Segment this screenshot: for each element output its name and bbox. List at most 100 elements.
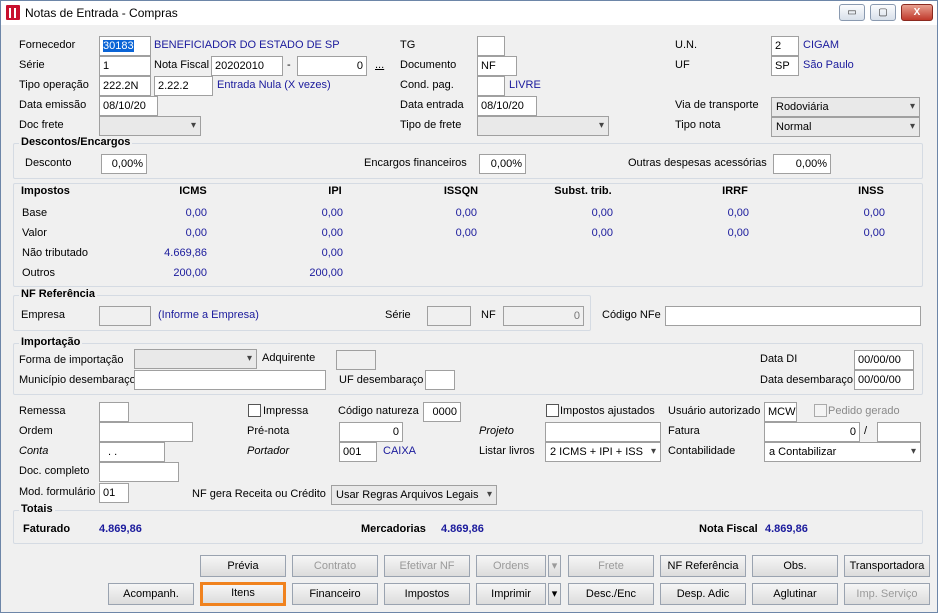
projeto-input[interactable]	[545, 422, 661, 442]
remessa-input[interactable]	[99, 402, 129, 422]
doc-frete-select[interactable]: ▾	[99, 116, 201, 136]
un-label: U.N.	[675, 39, 697, 51]
fornecedor-code-input[interactable]: 30183	[99, 36, 151, 56]
nf-ref-empresa-input[interactable]	[99, 306, 151, 326]
encargos-input[interactable]: 0,00%	[479, 154, 526, 174]
nota-fiscal-input[interactable]: 20202010	[211, 56, 283, 76]
desc-enc-button[interactable]: Desc./Enc	[568, 583, 654, 605]
minimize-button[interactable]: ▭	[839, 4, 865, 21]
codigo-natureza-label: Código natureza	[338, 405, 419, 417]
forma-importacao-select[interactable]: ▾	[134, 349, 257, 369]
close-button[interactable]: X	[901, 4, 933, 21]
outras-despesas-label: Outras despesas acessórias	[628, 157, 767, 169]
codigo-natureza-input[interactable]: 0000	[423, 402, 461, 422]
doc-completo-input[interactable]	[99, 462, 179, 482]
data-emissao-input[interactable]: 08/10/20	[99, 96, 158, 116]
efetivar-nf-button[interactable]: Efetivar NF	[384, 555, 470, 577]
pre-nota-input[interactable]: 0	[339, 422, 403, 442]
contabilidade-select[interactable]: a Contabilizar ▾	[764, 442, 921, 462]
data-entrada-input[interactable]: 08/10/20	[477, 96, 537, 116]
frete-button[interactable]: Frete	[568, 555, 654, 577]
data-desembaraco-input[interactable]: 00/00/00	[854, 370, 914, 390]
data-di-input[interactable]: 00/00/00	[854, 350, 914, 370]
ordens-button[interactable]: Ordens	[476, 555, 546, 577]
desconto-label: Desconto	[25, 157, 72, 169]
tipo-nota-label: Tipo nota	[675, 119, 721, 131]
nf-gera-receita-select[interactable]: Usar Regras Arquivos Legais ▾	[331, 485, 497, 505]
impressa-checkbox[interactable]	[248, 404, 261, 417]
listar-livros-label: Listar livros	[479, 445, 535, 457]
imprimir-dropdown-button[interactable]: ▾	[548, 583, 561, 605]
municipio-desembaraco-label: Município desembaraço	[19, 374, 136, 386]
outras-despesas-input[interactable]: 0,00%	[773, 154, 831, 174]
un-input[interactable]: 2	[771, 36, 799, 56]
desconto-input[interactable]: 0,00%	[101, 154, 147, 174]
pedido-gerado-checkbox[interactable]	[814, 404, 827, 417]
portador-input[interactable]: 001	[339, 442, 377, 462]
impostos-title: Impostos	[21, 185, 70, 197]
projeto-label: Projeto	[479, 425, 514, 437]
nf-ref-nf-input[interactable]: 0	[503, 306, 584, 326]
cond-pag-input[interactable]	[477, 76, 505, 96]
impostos-ajustados-checkbox[interactable]	[546, 404, 559, 417]
codigo-nfe-input[interactable]	[665, 306, 921, 326]
desp-adic-button[interactable]: Desp. Adic	[660, 583, 746, 605]
impostos-button[interactable]: Impostos	[384, 583, 470, 605]
listar-livros-select[interactable]: 2 ICMS + IPI + ISS ▾	[545, 442, 661, 462]
tipo-operacao-input[interactable]: 222.2N	[99, 76, 151, 96]
uf-desembaraco-label: UF desembaraço	[339, 374, 424, 386]
contrato-button[interactable]: Contrato	[292, 555, 378, 577]
documento-input[interactable]: NF	[477, 56, 517, 76]
fatura-parcela-input[interactable]	[877, 422, 921, 442]
transportadora-button[interactable]: Transportadora	[844, 555, 930, 577]
cond-pag-desc: LIVRE	[509, 79, 541, 91]
obs-button[interactable]: Obs.	[752, 555, 838, 577]
serie-label: Série	[19, 59, 45, 71]
impostos-row-label: Base	[22, 207, 48, 219]
fatura-input[interactable]: 0	[764, 422, 860, 442]
imprimir-button[interactable]: Imprimir	[476, 583, 546, 605]
serie-input[interactable]: 1	[99, 56, 151, 76]
pre-nota-label: Pré-nota	[247, 425, 290, 437]
nota-fiscal-total-value: 4.869,86	[765, 523, 808, 535]
adquirente-input[interactable]	[336, 350, 376, 370]
conta-input[interactable]: . .	[99, 442, 165, 462]
importacao-title: Importação	[19, 336, 83, 348]
data-entrada-label: Data entrada	[400, 99, 464, 111]
aglutinar-button[interactable]: Aglutinar	[752, 583, 838, 605]
chevron-down-icon: ▾	[598, 120, 604, 131]
nf-ref-serie-input[interactable]	[427, 306, 471, 326]
uf-desembaraco-input[interactable]	[425, 370, 455, 390]
ordens-dropdown-button[interactable]: ▾	[548, 555, 561, 577]
pedido-gerado-label: Pedido gerado	[828, 405, 900, 417]
previa-button[interactable]: Prévia	[200, 555, 286, 577]
nota-fiscal-label: Nota Fiscal	[154, 59, 210, 71]
usuario-autorizado-input[interactable]: MCW	[764, 402, 797, 422]
tipo-nota-select[interactable]: Normal ▾	[771, 117, 920, 137]
fatura-separator: /	[864, 425, 868, 437]
uf-input[interactable]: SP	[771, 56, 799, 76]
financeiro-button[interactable]: Financeiro	[292, 583, 378, 605]
nf-referencia-button[interactable]: NF Referência	[660, 555, 746, 577]
tg-input[interactable]	[477, 36, 505, 56]
via-transporte-select[interactable]: Rodoviária ▾	[771, 97, 920, 117]
nota-fiscal-suffix-input[interactable]: 0	[297, 56, 367, 76]
tipo-operacao-desc: Entrada Nula (X vezes)	[217, 79, 331, 91]
municipio-desembaraco-input[interactable]	[134, 370, 326, 390]
nota-lookup-button[interactable]: ...	[375, 59, 384, 71]
nota-dash: -	[287, 59, 291, 71]
acompanhamento-button[interactable]: Acompanh.	[108, 583, 194, 605]
chevron-down-icon: ▾	[909, 121, 915, 132]
imp-servico-button[interactable]: Imp. Serviço	[844, 583, 930, 605]
doc-frete-label: Doc frete	[19, 119, 64, 131]
documento-label: Documento	[400, 59, 457, 71]
tipo-operacao-cfop-input[interactable]: 2.22.2	[154, 76, 213, 96]
mercadorias-value: 4.869,86	[441, 523, 484, 535]
mod-formulario-input[interactable]: 01	[99, 483, 129, 503]
itens-button[interactable]: Itens	[200, 582, 286, 606]
maximize-button[interactable]: ▢	[870, 4, 896, 21]
ordem-input[interactable]	[99, 422, 193, 442]
tipo-frete-select[interactable]: ▾	[477, 116, 609, 136]
chevron-down-icon: ▾	[650, 446, 656, 457]
chevron-down-icon: ▾	[909, 101, 915, 112]
